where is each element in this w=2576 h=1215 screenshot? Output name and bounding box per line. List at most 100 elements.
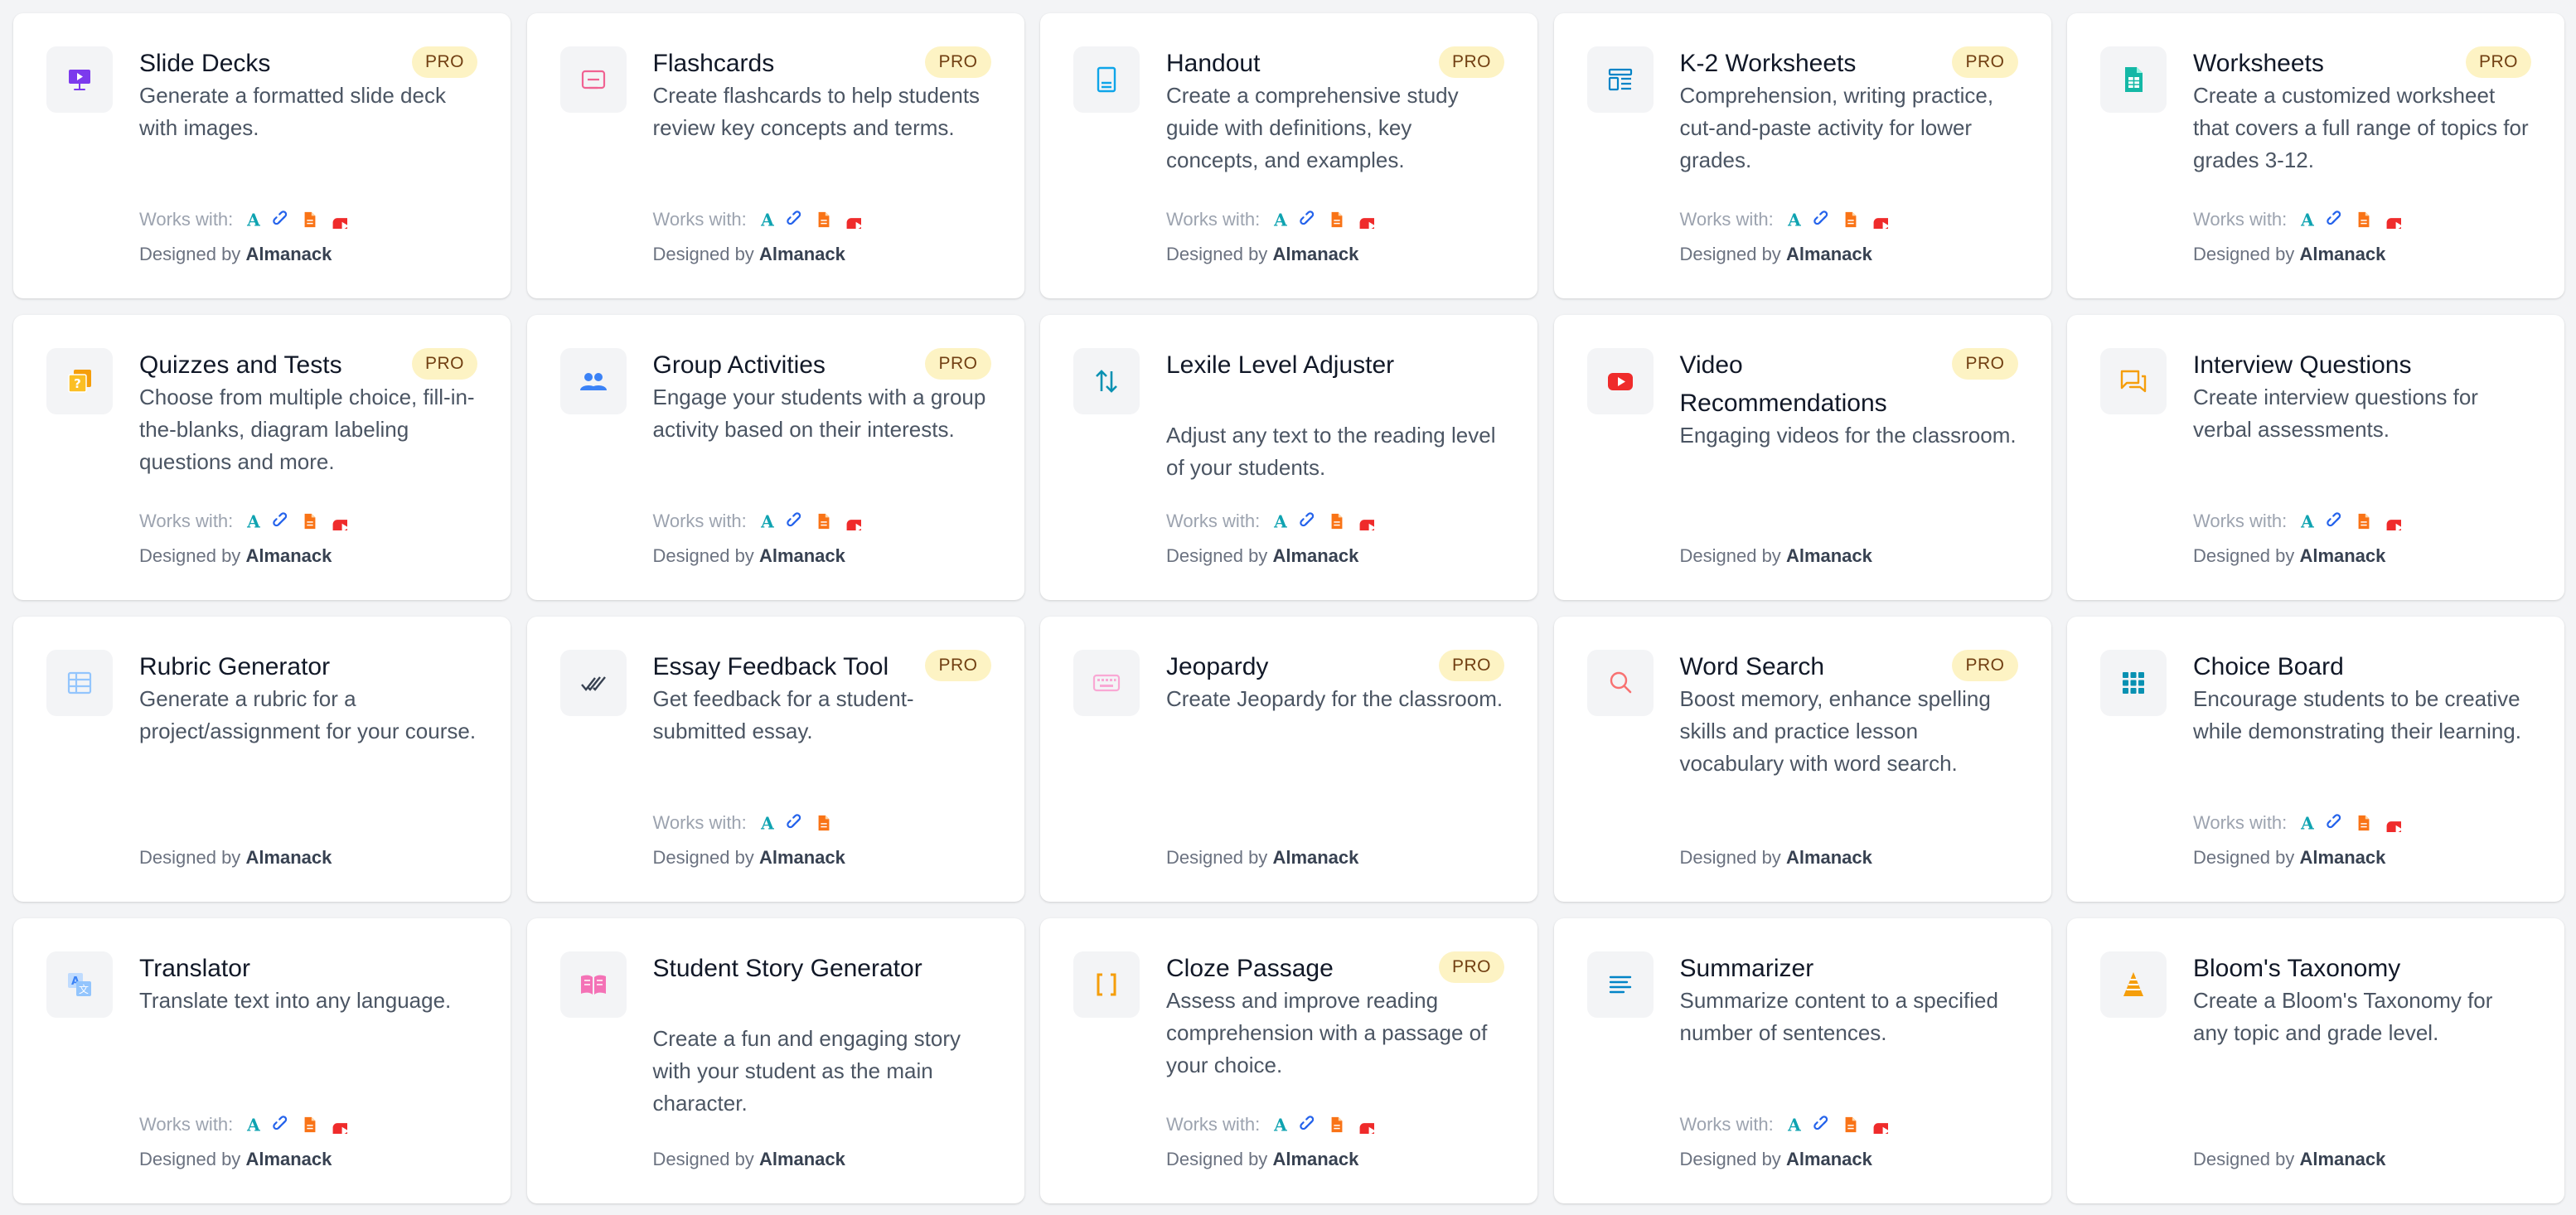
tool-card-quizzes-and-tests[interactable]: ? Quizzes and Tests PRO Choose from multipl… [13,315,511,600]
tool-card-flashcards[interactable]: Flashcards PRO Create flashcards to help s… [526,13,1024,298]
tool-card-summarizer[interactable]: Summarizer Summarize content to a specifi… [1553,918,2051,1203]
document-icon [301,1116,319,1134]
link-icon [273,512,291,530]
table-icon [46,650,113,716]
tool-card-group-activities[interactable]: Group Activities PRO Engage your students … [526,315,1024,600]
works-with: Works with: A [653,811,843,835]
works-with-label: Works with: [1679,1114,1774,1135]
document-icon [2355,211,2373,229]
tool-card-worksheets[interactable]: Worksheets PRO Create a customized workshe… [2067,13,2564,298]
tool-title: Word Search [1679,653,1825,680]
tool-card-handout[interactable]: Handout PRO Create a comprehensive study g… [1040,13,1537,298]
youtube-icon [329,1116,356,1140]
works-with-label: Works with: [1166,1114,1261,1135]
quiz-icon: ? [46,348,113,414]
works-with-label: Works with: [139,511,234,531]
tool-card-choice-board[interactable]: Choice Board Encourage students to be cre… [2067,617,2564,902]
works-with-label: Works with: [1166,511,1261,531]
flashcard-icon [559,46,627,113]
designed-by-label: Designed by [2193,545,2295,566]
tool-card-translator[interactable]: A 文 Translator Translate text into any lang… [13,918,511,1203]
designer-name: Almanack [758,244,845,264]
document-icon [1842,211,1860,229]
pro-badge: PRO [1952,650,2018,681]
works-with-label: Works with: [1679,209,1774,230]
works-with: Works with: A [1166,1112,1384,1140]
works-with-label: Works with: [2193,209,2288,230]
youtube-icon [1870,1116,1896,1140]
tool-card-essay-feedback-tool[interactable]: Essay Feedback Tool PRO Get feedback for a… [526,617,1024,902]
tool-card-video-recommendations[interactable]: Video Recommendations PRO Engaging videos … [1553,315,2051,600]
tool-title: Student Story Generator [652,955,922,982]
tool-description: Engage your students with a group activi… [652,385,986,442]
tool-title: Jeopardy [1166,653,1269,680]
designed-by: Designed by Almanack [139,544,332,569]
tool-card-word-search[interactable]: Word Search PRO Boost memory, enhance spel… [1553,617,2051,902]
tool-description: Create a comprehensive study guide with … [1166,83,1459,172]
works-with: Works with: A [653,509,871,536]
tool-title: Lexile Level Adjuster [1166,351,1395,379]
pro-badge: PRO [1952,46,2018,78]
tool-card-lexile-level-adjuster[interactable]: Lexile Level Adjuster Adjust any text to … [1040,315,1537,600]
magnifier-icon [1586,650,1654,716]
works-with: Works with: A [2193,811,2411,838]
tool-title: Quizzes and Tests [139,351,342,379]
works-with-label: Works with: [139,209,234,230]
tool-title: Worksheets [2193,50,2324,77]
grid-icon [2100,650,2167,716]
tool-description: Boost memory, enhance spelling skills an… [1679,686,1991,776]
designed-by: Designed by Almanack [139,845,332,870]
almanack-a-icon: A [245,210,263,230]
text-lines-icon [1586,951,1654,1018]
pyramid-icon [2100,951,2167,1018]
designed-by-label: Designed by [139,1149,241,1169]
tool-description: Create Jeopardy for the classroom. [1166,686,1503,711]
designer-name: Almanack [1785,545,1872,566]
tool-description: Generate a rubric for a project/assignme… [139,686,477,743]
designer-name: Almanack [1785,847,1872,868]
presentation-icon [46,46,113,113]
svg-text:A: A [1273,1116,1287,1134]
designed-by: Designed by Almanack [1166,845,1358,870]
tool-card-blooms-taxonomy[interactable]: Bloom's Taxonomy Create a Bloom's Taxonom… [2067,918,2564,1203]
designer-name: Almanack [2299,244,2386,264]
tool-description: Summarize content to a specified number … [1679,988,1998,1045]
tool-description: Create a fun and engaging story with you… [652,1026,961,1116]
tool-card-slide-decks[interactable]: Slide Decks PRO Generate a formatted slide… [13,13,511,298]
tool-card-k2-worksheets[interactable]: K-2 Worksheets PRO Comprehension, writing … [1553,13,2051,298]
almanack-a-icon: A [2298,813,2317,833]
tool-card-jeopardy[interactable]: Jeopardy PRO Create Jeopardy for the class… [1040,617,1537,902]
designed-by-label: Designed by [139,847,241,868]
designer-name: Almanack [1272,244,1359,264]
youtube-icon [2383,814,2410,838]
tool-title: Interview Questions [2193,351,2412,379]
works-with-label: Works with: [139,1114,234,1135]
link-icon [273,211,291,229]
tool-description: Adjust any text to the reading level of … [1166,423,1496,480]
link-icon [2327,512,2345,530]
designed-by: Designed by Almanack [653,1147,845,1172]
works-with: Works with: A [1166,509,1384,536]
tool-title: Rubric Generator [139,653,331,680]
tool-card-cloze-passage[interactable]: Cloze Passage PRO Assess and improve readi… [1040,918,1537,1203]
tool-card-interview-questions[interactable]: Interview Questions Create interview ques… [2067,315,2564,600]
tool-title: Cloze Passage [1166,955,1334,982]
link-icon [787,512,805,530]
tool-card-rubric-generator[interactable]: Rubric Generator Generate a rubric for a … [13,617,511,902]
designer-name: Almanack [245,545,332,566]
tool-title: Video Recommendations [1679,351,1887,417]
svg-text:A: A [2300,512,2314,530]
pro-badge: PRO [2465,46,2531,78]
tool-title: Essay Feedback Tool [652,653,889,680]
people-icon [559,348,627,414]
youtube-icon [843,211,869,235]
designer-name: Almanack [2299,1149,2386,1169]
tool-card-student-story-generator[interactable]: Student Story Generator Create a fun and … [526,918,1024,1203]
designer-name: Almanack [2299,545,2386,566]
tool-title: Choice Board [2193,653,2344,680]
works-with-label: Works with: [2193,812,2288,833]
almanack-a-icon: A [1271,511,1290,531]
link-icon [1813,211,1832,229]
designer-name: Almanack [758,545,845,566]
handout-icon [1073,46,1140,113]
